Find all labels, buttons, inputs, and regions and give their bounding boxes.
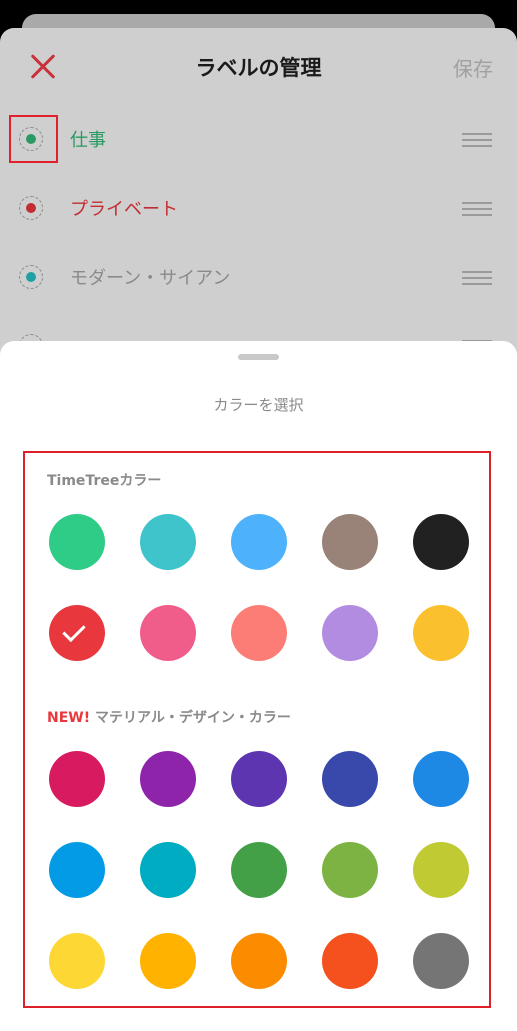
color-swatch[interactable] xyxy=(140,514,196,570)
color-swatch[interactable] xyxy=(413,842,469,898)
color-swatch[interactable] xyxy=(231,842,287,898)
color-dot xyxy=(26,203,36,213)
color-swatch[interactable] xyxy=(49,842,105,898)
color-swatch[interactable] xyxy=(140,751,196,807)
label-color-radio[interactable] xyxy=(19,265,43,289)
color-swatch[interactable] xyxy=(322,933,378,989)
color-swatch[interactable] xyxy=(140,842,196,898)
sheet-grabber[interactable] xyxy=(238,354,279,360)
label-name: モダーン・サイアン xyxy=(70,268,231,289)
label-name: プライベート xyxy=(70,199,178,220)
highlight-annotation xyxy=(9,115,58,163)
color-swatch[interactable] xyxy=(231,514,287,570)
label-name: 仕事 xyxy=(70,130,106,151)
color-swatch[interactable] xyxy=(322,605,378,661)
color-swatch[interactable] xyxy=(49,751,105,807)
drag-handle-icon[interactable] xyxy=(462,202,492,216)
color-swatch[interactable] xyxy=(322,514,378,570)
color-swatch[interactable] xyxy=(231,751,287,807)
color-swatch[interactable] xyxy=(413,514,469,570)
section-label-material: NEW! マテリアル・デザイン・カラー xyxy=(47,707,291,727)
color-swatch[interactable] xyxy=(322,751,378,807)
checkmark-icon xyxy=(62,618,86,643)
color-swatch[interactable] xyxy=(140,605,196,661)
color-swatch[interactable] xyxy=(49,933,105,989)
label-row-work[interactable]: 仕事 xyxy=(0,121,517,161)
page-title: ラベルの管理 xyxy=(195,56,322,80)
color-swatch[interactable] xyxy=(231,605,287,661)
color-swatch[interactable] xyxy=(49,605,105,661)
label-color-radio[interactable] xyxy=(19,196,43,220)
color-swatch[interactable] xyxy=(49,514,105,570)
label-row-modern-cyan[interactable]: モダーン・サイアン xyxy=(0,259,517,299)
drag-handle-icon[interactable] xyxy=(462,133,492,147)
new-badge: NEW! xyxy=(47,710,91,726)
color-swatch[interactable] xyxy=(140,933,196,989)
material-label: マテリアル・デザイン・カラー xyxy=(90,710,291,726)
color-dot xyxy=(26,272,36,282)
label-row-private[interactable]: プライベート xyxy=(0,190,517,230)
color-swatch[interactable] xyxy=(413,751,469,807)
palette-highlight-annotation: TimeTreeカラー NEW! マテリアル・デザイン・カラー xyxy=(23,451,491,1008)
color-swatch[interactable] xyxy=(413,605,469,661)
color-swatch[interactable] xyxy=(322,842,378,898)
color-picker-sheet: カラーを選択 TimeTreeカラー NEW! マテリアル・デザイン・カラー xyxy=(0,341,517,1031)
color-swatch[interactable] xyxy=(231,933,287,989)
save-button[interactable]: 保存 xyxy=(453,53,493,82)
picker-title: カラーを選択 xyxy=(213,396,304,414)
drag-handle-icon[interactable] xyxy=(462,271,492,285)
section-label-timetree: TimeTreeカラー xyxy=(47,473,162,489)
color-swatch[interactable] xyxy=(413,933,469,989)
